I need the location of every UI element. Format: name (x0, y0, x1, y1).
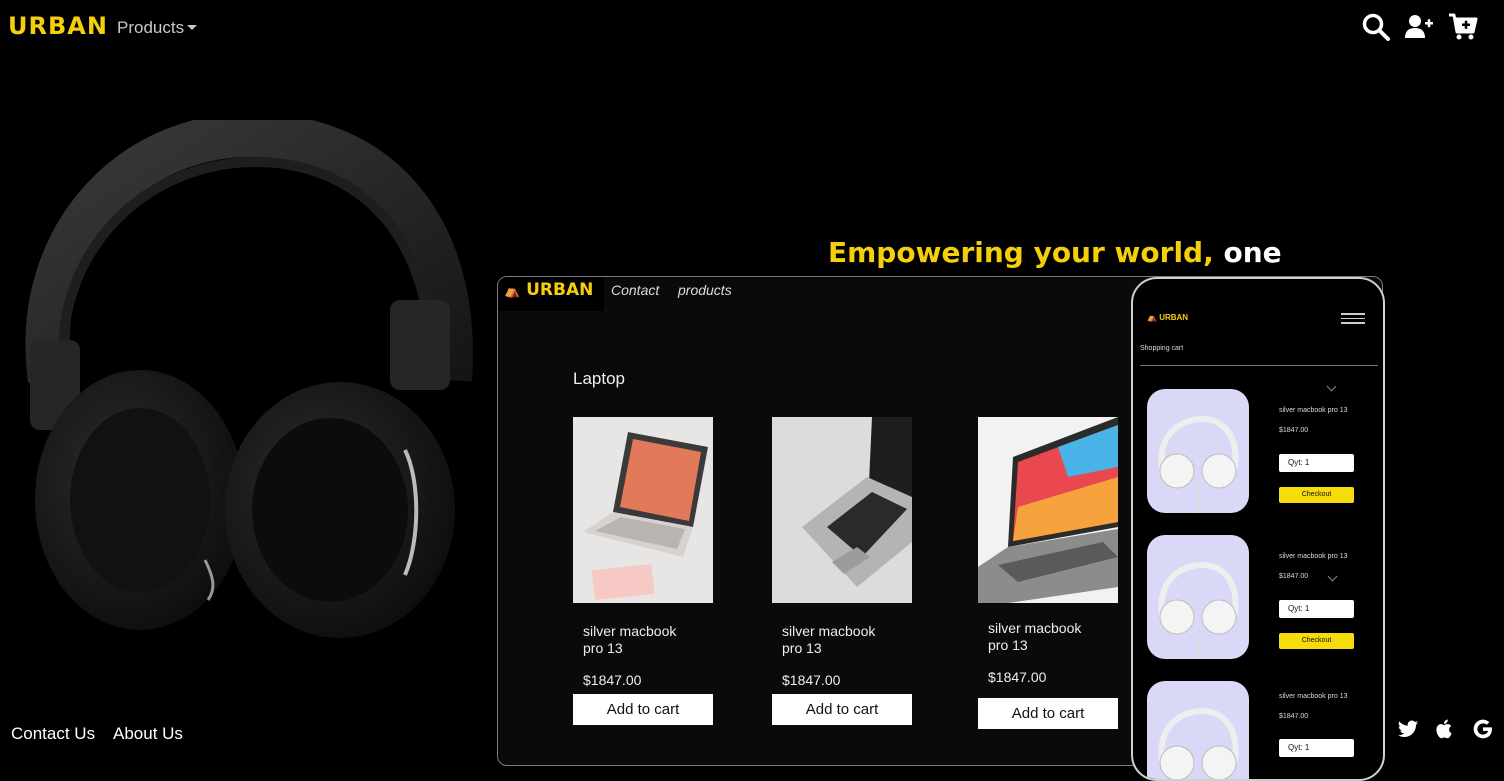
footer-contact-link[interactable]: Contact Us (11, 724, 95, 744)
product-price: $1847.00 (583, 672, 642, 688)
chevron-down-icon[interactable] (1327, 571, 1338, 582)
laptop-image[interactable] (573, 417, 713, 603)
footer-about-link[interactable]: About Us (113, 724, 183, 744)
products-dropdown[interactable]: Products (117, 18, 198, 38)
qty-label: Qyt: (1288, 743, 1303, 752)
qty-value: 1 (1304, 743, 1310, 752)
brand-logo[interactable]: URBAN (8, 12, 108, 40)
mockup-logo-text: URBAN (526, 280, 594, 300)
qty-label: Qyt: (1288, 458, 1303, 467)
cart-item: silver macbook pro 13 $1847.00 Qyt: 1 Ch… (1147, 535, 1379, 665)
cart-item: silver macbook pro 13 $1847.00 Qyt: 1 Ch… (1147, 389, 1379, 519)
add-to-cart-button[interactable]: Add to cart (573, 694, 713, 725)
phone-page-title: Shopping cart (1140, 345, 1184, 352)
qty-value: 1 (1304, 604, 1310, 613)
product-card: silver macbook pro 13 $1847.00 Add to ca… (978, 417, 1118, 729)
google-icon[interactable] (1472, 718, 1494, 740)
phone-logo-text: URBAN (1159, 313, 1189, 322)
divider (1140, 365, 1378, 366)
cart-item-price: $1847.00 (1279, 573, 1309, 580)
headphones-thumb (1147, 681, 1249, 779)
add-user-icon[interactable] (1404, 12, 1434, 42)
quantity-field[interactable]: Qyt: 1 (1279, 454, 1354, 472)
quantity-field[interactable]: Qyt: 1 (1279, 600, 1354, 618)
product-price: $1847.00 (782, 672, 841, 688)
quantity-field[interactable]: Qyt: 1 (1279, 739, 1354, 757)
headphones-thumb (1147, 535, 1249, 659)
checkout-button[interactable]: Checkout (1279, 633, 1354, 649)
add-to-cart-button[interactable]: Add to cart (772, 694, 912, 725)
cart-item-name: silver macbook pro 13 (1279, 553, 1348, 560)
cart-item-price: $1847.00 (1279, 427, 1309, 434)
hero-tagline: Empowering your world, one (828, 236, 1282, 269)
products-dropdown-label: Products (117, 18, 185, 37)
caret-down-icon (187, 25, 198, 30)
cart-item-name: silver macbook pro 13 (1279, 693, 1348, 700)
search-icon[interactable] (1361, 12, 1391, 42)
cart-item-name: silver macbook pro 13 (1279, 407, 1348, 414)
checkout-button[interactable]: Checkout (1279, 487, 1354, 503)
top-navbar: URBAN Products (0, 0, 1504, 56)
headphones-thumb (1147, 389, 1249, 513)
laptop-image[interactable] (978, 417, 1118, 603)
mockup-nav-products[interactable]: products (678, 282, 732, 298)
mockup-logo-icon: ⛺ (504, 284, 521, 299)
cart-item-price: $1847.00 (1279, 713, 1309, 720)
qty-value: 1 (1304, 458, 1310, 467)
product-name: silver macbook pro 13 (782, 623, 876, 656)
product-name: silver macbook pro 13 (988, 620, 1082, 653)
mockup-logo[interactable]: ⛺ URBAN (498, 277, 604, 311)
qty-label: Qyt: (1288, 604, 1303, 613)
cart-plus-icon[interactable] (1448, 12, 1478, 42)
twitter-icon[interactable] (1397, 718, 1419, 740)
tagline-highlight: Empowering your world, (828, 236, 1214, 269)
add-to-cart-button[interactable]: Add to cart (978, 698, 1118, 729)
tagline-rest: one (1213, 236, 1282, 269)
laptop-image[interactable] (772, 417, 912, 603)
headphones-image (25, 120, 473, 638)
apple-icon[interactable] (1434, 718, 1456, 740)
section-title: Laptop (573, 369, 625, 388)
product-price: $1847.00 (988, 669, 1047, 685)
product-card: silver macbook pro 13 $1847.00 Add to ca… (573, 417, 713, 725)
product-name: silver macbook pro 13 (583, 623, 677, 656)
hamburger-menu-icon[interactable] (1341, 313, 1365, 327)
phone-logo[interactable]: ⛺ URBAN (1147, 313, 1188, 322)
cart-item: silver macbook pro 13 $1847.00 Qyt: 1 (1147, 681, 1379, 779)
mockup-nav-contact[interactable]: Contact (611, 282, 659, 298)
phone-mockup: ⛺ URBAN Shopping cart silver macbook pro… (1131, 277, 1385, 781)
product-card: silver macbook pro 13 $1847.00 Add to ca… (772, 417, 912, 725)
